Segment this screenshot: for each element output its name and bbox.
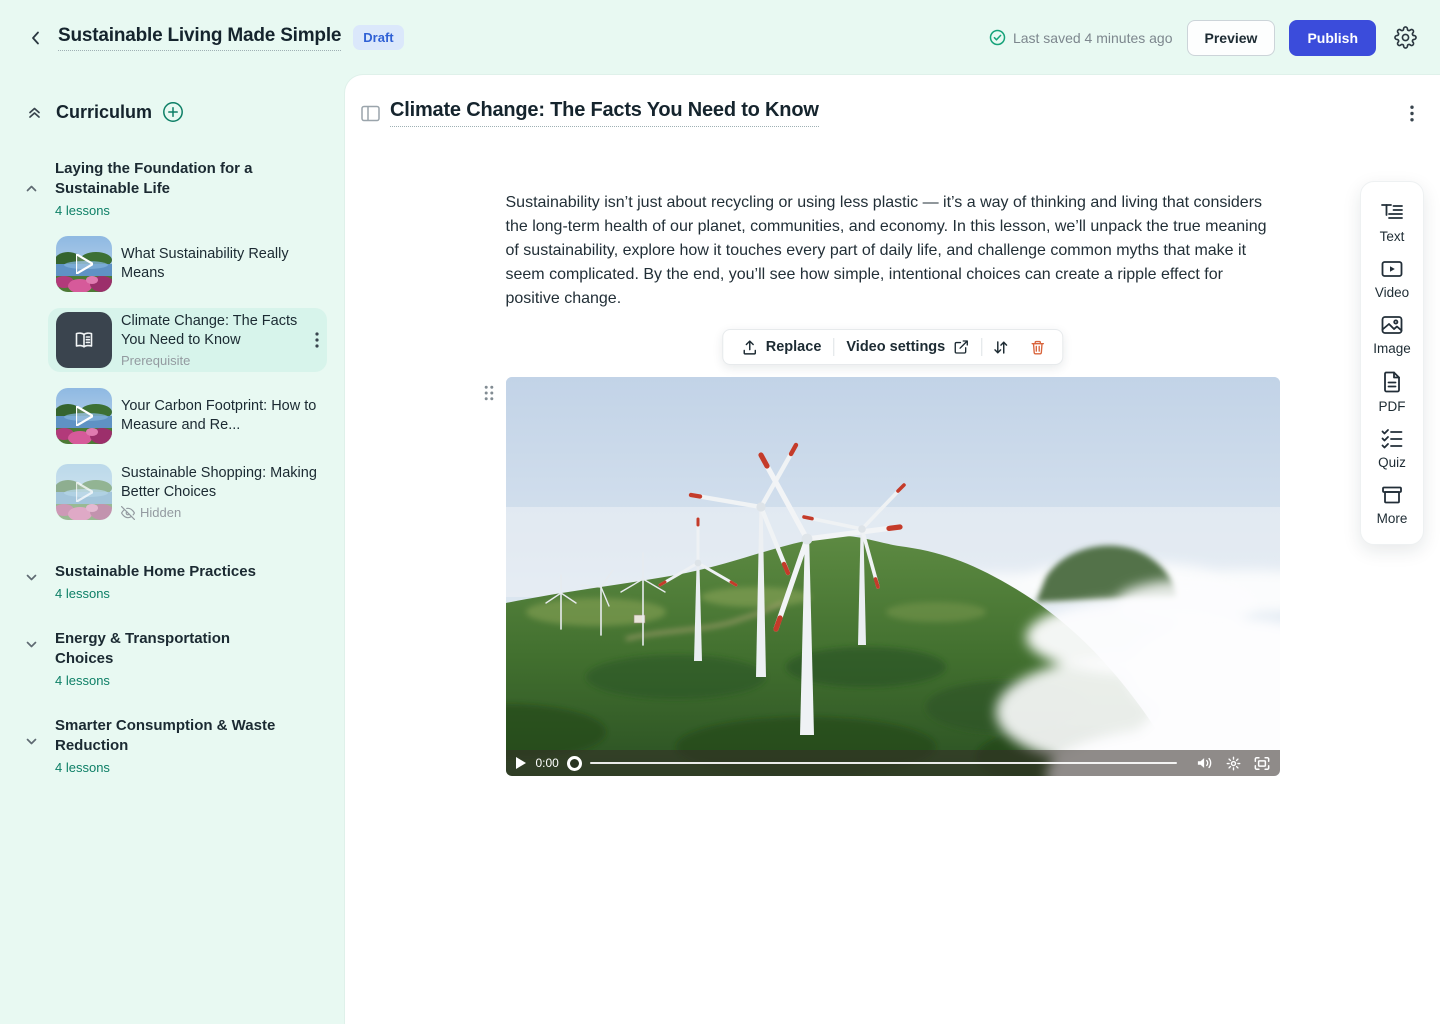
time-display: 0:00 <box>536 756 559 770</box>
video-thumbnail <box>56 464 112 520</box>
volume-icon[interactable] <box>1197 756 1213 770</box>
play-icon <box>56 388 112 444</box>
pdf-block-icon <box>1381 370 1403 394</box>
player-settings-icon[interactable] <box>1226 756 1241 771</box>
video-settings-button[interactable]: Video settings <box>834 330 981 364</box>
eye-off-icon <box>121 506 135 520</box>
insert-text-label: Text <box>1380 229 1405 244</box>
lesson-badge: Hidden <box>140 505 181 520</box>
chevron-down-icon[interactable] <box>24 570 39 585</box>
section-lesson-count: 4 lessons <box>55 673 291 688</box>
lesson-title: Sustainable Shopping: Making Better Choi… <box>121 464 321 502</box>
lesson-menu-kebab-icon[interactable] <box>313 328 321 352</box>
lesson-item[interactable]: Your Carbon Footprint: How to Measure an… <box>48 384 327 448</box>
video-block-icon <box>1380 258 1404 280</box>
more-blocks-icon <box>1380 484 1404 506</box>
insert-video-button[interactable]: Video <box>1361 252 1423 308</box>
lesson-paragraph[interactable]: Sustainability isn’t just about recyclin… <box>506 191 1280 311</box>
lesson-title: Climate Change: The Facts You Need to Kn… <box>121 312 304 350</box>
lesson-item-selected[interactable]: Climate Change: The Facts You Need to Kn… <box>48 308 327 372</box>
lesson-item-hidden[interactable]: Sustainable Shopping: Making Better Choi… <box>48 460 327 524</box>
chevron-down-icon[interactable] <box>24 734 39 749</box>
insert-pdf-label: PDF <box>1379 399 1406 414</box>
play-button[interactable] <box>516 757 526 769</box>
section-lesson-count: 4 lessons <box>55 586 256 601</box>
section-title: Energy & Transportation Choices <box>55 629 291 669</box>
video-controls: 0:00 <box>506 750 1280 776</box>
publish-button[interactable]: Publish <box>1289 20 1376 56</box>
lesson-page-title[interactable]: Climate Change: The Facts You Need to Kn… <box>390 99 819 127</box>
add-section-button[interactable] <box>162 101 184 123</box>
section-header[interactable]: Sustainable Home Practices 4 lessons <box>0 562 345 601</box>
scrubber-knob[interactable] <box>567 756 582 771</box>
video-settings-label: Video settings <box>846 339 945 355</box>
progress-track[interactable] <box>590 762 1177 764</box>
check-circle-icon <box>989 29 1006 46</box>
course-title[interactable]: Sustainable Living Made Simple <box>58 25 341 51</box>
back-button[interactable] <box>22 24 50 52</box>
lesson-badge: Prerequisite <box>121 353 304 368</box>
section-title: Sustainable Home Practices <box>55 562 256 582</box>
play-icon <box>56 464 112 520</box>
insert-quiz-label: Quiz <box>1378 455 1406 470</box>
preview-button[interactable]: Preview <box>1187 20 1276 56</box>
status-badge: Draft <box>353 25 403 50</box>
replace-button[interactable]: Replace <box>729 330 834 364</box>
trash-icon <box>1029 339 1046 356</box>
drag-handle-icon[interactable] <box>480 381 498 405</box>
lesson-options-kebab-icon[interactable] <box>1404 101 1420 126</box>
section-title: Laying the Foundation for a Sustainable … <box>55 159 291 199</box>
top-bar: Sustainable Living Made Simple Draft Las… <box>0 0 1440 75</box>
section-lesson-count: 4 lessons <box>55 203 291 218</box>
insert-video-label: Video <box>1375 285 1409 300</box>
sidebar-toggle-icon[interactable] <box>361 105 380 122</box>
insert-image-label: Image <box>1373 341 1411 356</box>
image-block-icon <box>1380 314 1404 336</box>
curriculum-sidebar: Curriculum Laying the Foundation for a S… <box>0 75 345 1024</box>
replace-label: Replace <box>766 339 822 355</box>
curriculum-title: Curriculum <box>56 102 152 123</box>
chevron-up-icon[interactable] <box>24 181 39 196</box>
video-player[interactable]: 0:00 <box>506 377 1280 776</box>
insert-text-button[interactable]: Text <box>1361 196 1423 252</box>
section-lesson-count: 4 lessons <box>55 760 291 775</box>
play-icon <box>56 236 112 292</box>
section-header[interactable]: Energy & Transportation Choices 4 lesson… <box>0 629 345 688</box>
external-link-icon <box>953 339 969 355</box>
lesson-title: What Sustainability Really Means <box>121 245 321 283</box>
fullscreen-icon[interactable] <box>1254 756 1270 771</box>
video-block-toolbar: Replace Video settings <box>722 329 1063 365</box>
chevron-down-icon[interactable] <box>24 637 39 652</box>
lesson-title: Your Carbon Footprint: How to Measure an… <box>121 397 321 435</box>
collapse-all-icon[interactable] <box>26 104 43 121</box>
arrows-down-up-icon <box>992 339 1009 356</box>
gear-icon[interactable] <box>1390 23 1420 53</box>
insert-pdf-button[interactable]: PDF <box>1361 364 1423 422</box>
insert-more-button[interactable]: More <box>1361 478 1423 534</box>
insert-block-toolbar: Text Video Image PDF Quiz <box>1360 181 1424 545</box>
insert-more-label: More <box>1377 511 1408 526</box>
video-thumbnail <box>56 236 112 292</box>
lesson-item[interactable]: What Sustainability Really Means <box>48 232 327 296</box>
article-icon <box>56 312 112 368</box>
section-title: Smarter Consumption & Waste Reduction <box>55 716 291 756</box>
video-thumbnail <box>56 388 112 444</box>
lesson-editor: Climate Change: The Facts You Need to Kn… <box>345 75 1440 1024</box>
last-saved-status: Last saved 4 minutes ago <box>989 29 1173 46</box>
insert-image-button[interactable]: Image <box>1361 308 1423 364</box>
text-block-icon <box>1380 202 1404 224</box>
reorder-button[interactable] <box>982 330 1019 364</box>
section-header[interactable]: Laying the Foundation for a Sustainable … <box>0 159 345 218</box>
delete-block-button[interactable] <box>1019 330 1056 364</box>
section-header[interactable]: Smarter Consumption & Waste Reduction 4 … <box>0 716 345 775</box>
quiz-block-icon <box>1380 428 1404 450</box>
video-still-wind-turbines <box>506 377 1280 776</box>
upload-icon <box>741 339 758 356</box>
last-saved-text: Last saved 4 minutes ago <box>1013 30 1173 46</box>
insert-quiz-button[interactable]: Quiz <box>1361 422 1423 478</box>
